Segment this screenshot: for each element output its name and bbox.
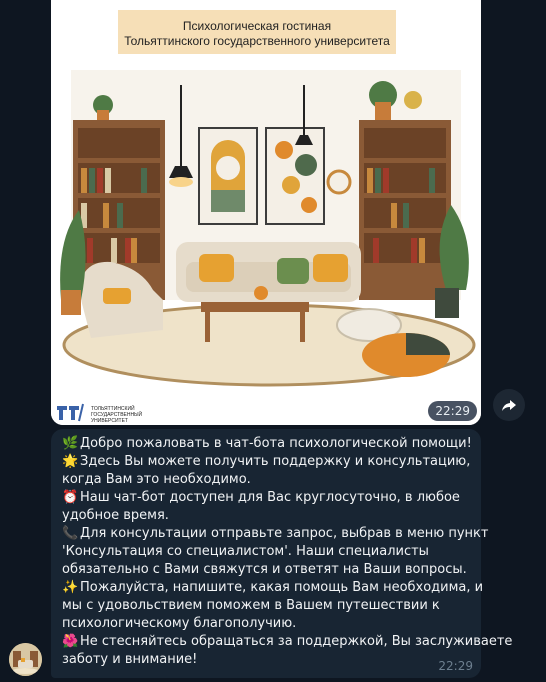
emoji-icon: ⏰ (62, 490, 79, 505)
emoji-icon: 🌟 (62, 454, 79, 469)
message-line-text: мы с удовольствием поможем в Вашем путеш… (62, 598, 440, 613)
message-line: ✨ Пожалуйста, напишите, какая помощь Вам … (62, 579, 483, 597)
avatar-image (9, 643, 42, 676)
message-body: 🌿 Добро пожаловать в чат-бота психологиче… (62, 435, 512, 669)
message-line: 🌺 Не стесняйтесь обращаться за поддержкой… (62, 633, 512, 651)
message-line: психологическому благополучию. (62, 615, 471, 633)
living-room-illustration: Психологическая гостиная Тольяттинского … (51, 0, 481, 425)
message-line-text: психологическому благополучию. (62, 616, 297, 631)
emoji-icon: 🌺 (62, 634, 79, 649)
share-button[interactable] (493, 389, 525, 421)
message-line: 'Консультация со специалистом'. Наши спе… (62, 543, 471, 561)
coffee-table (201, 302, 309, 312)
message-line-text: Для консультации отправьте запрос, выбра… (80, 526, 489, 541)
message-line-text: Наш чат-бот доступен для Вас круглосуточ… (80, 490, 460, 505)
chat-area: Психологическая гостиная Тольяттинского … (0, 0, 546, 682)
emoji-icon: 🌿 (62, 436, 79, 451)
message-line-text: когда Вам это необходимо. (62, 472, 251, 487)
message-line: 🌟 Здесь Вы можете получить поддержку и ко… (62, 453, 471, 471)
image-message-time: 22:29 (428, 401, 477, 421)
emoji-icon: ✨ (62, 580, 79, 595)
banner-title: Психологическая гостиная (183, 19, 331, 33)
message-line-text: обязательно с Вами свяжутся и ответят на… (62, 562, 467, 577)
bot-avatar[interactable] (9, 643, 42, 676)
message-line-text: Пожалуйста, напишите, какая помощь Вам н… (80, 580, 484, 595)
message-line-text: Не стесняйтесь обращаться за поддержкой,… (80, 634, 513, 649)
message-line-text: заботу и внимание! (62, 652, 198, 667)
text-message-time: 22:29 (438, 659, 473, 673)
message-line-text: 'Консультация со специалистом'. Наши спе… (62, 544, 429, 559)
svg-text:ТОЛЬЯТТИНСКИЙ: ТОЛЬЯТТИНСКИЙ (91, 404, 135, 412)
message-line-text: Добро пожаловать в чат-бота психологичес… (80, 436, 472, 451)
message-line: 🌿 Добро пожаловать в чат-бота психологиче… (62, 435, 472, 453)
message-line: 📞 Для консультации отправьте запрос, выбр… (62, 525, 488, 543)
share-arrow-icon (502, 400, 516, 411)
svg-text:УНИВЕРСИТЕТ: УНИВЕРСИТЕТ (91, 418, 128, 424)
text-message[interactable]: 🌿 Добро пожаловать в чат-бота психологиче… (51, 429, 512, 678)
message-line: когда Вам это необходимо. (62, 471, 471, 489)
message-line: обязательно с Вами свяжутся и ответят на… (62, 561, 471, 579)
banner-subtitle: Тольяттинского государственного универси… (124, 34, 390, 48)
message-line: заботу и внимание! (62, 651, 471, 669)
message-line: мы с удовольствием поможем в Вашем путеш… (62, 597, 471, 615)
message-line-text: Здесь Вы можете получить поддержку и кон… (80, 454, 471, 469)
message-line: ⏰ Наш чат-бот доступен для Вас круглосуто… (62, 489, 471, 507)
message-line: удобное время. (62, 507, 471, 525)
emoji-icon: 📞 (62, 526, 79, 541)
svg-text:ГОСУДАРСТВЕННЫЙ: ГОСУДАРСТВЕННЫЙ (91, 410, 143, 418)
message-line-text: удобное время. (62, 508, 169, 523)
image-message[interactable]: Психологическая гостиная Тольяттинского … (51, 0, 481, 425)
